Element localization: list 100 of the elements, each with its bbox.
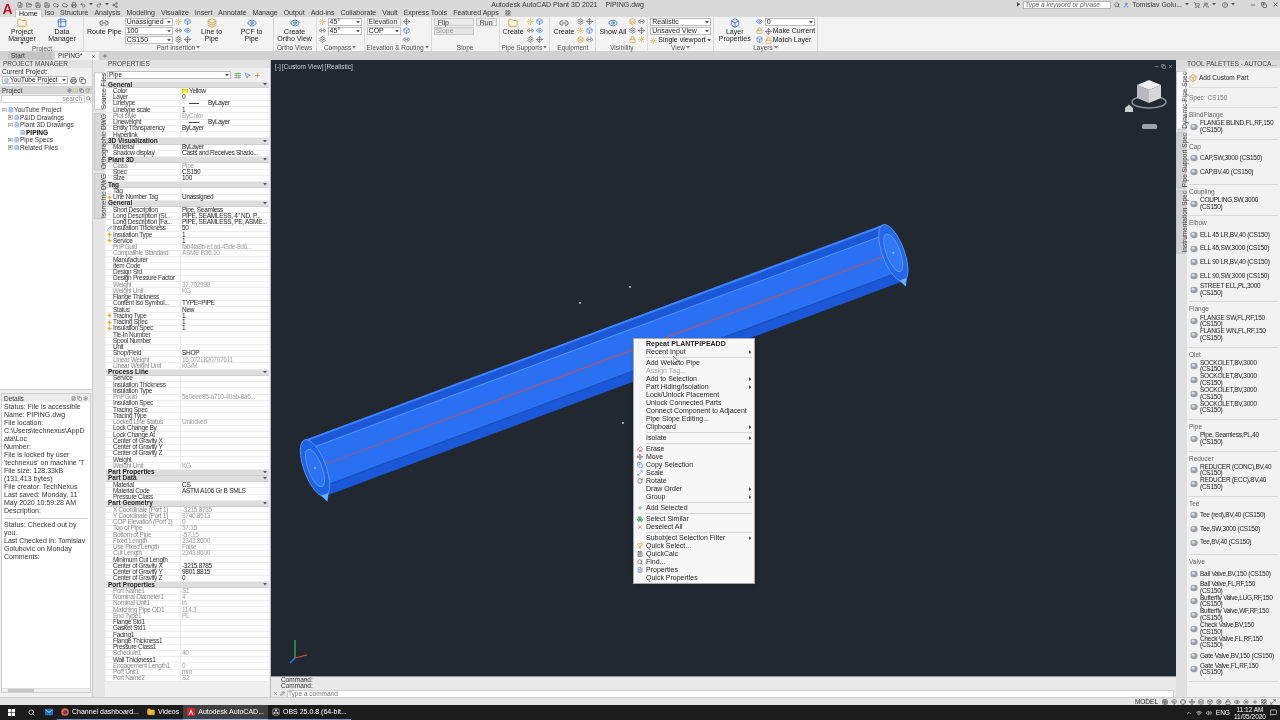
notification-icon[interactable] [1270,709,1277,716]
close-icon[interactable] [1272,1,1279,8]
gear-icon[interactable] [526,36,534,43]
redo-icon[interactable] [96,1,102,8]
print-icon[interactable] [70,76,77,84]
lock-icon[interactable] [764,36,772,44]
speaker-icon[interactable] [1205,709,1212,716]
cart-icon[interactable] [1194,1,1200,8]
move-arrows-icon[interactable] [183,36,191,43]
share-icon[interactable] [112,1,118,8]
move-arrows-icon[interactable] [764,27,772,35]
link-icon[interactable] [526,27,534,34]
gear-icon[interactable] [174,36,182,43]
home-icon[interactable] [1125,104,1133,112]
lock-icon[interactable] [629,36,637,43]
sun-icon[interactable] [650,36,658,44]
gear-icon[interactable] [83,395,88,401]
copy-icon[interactable] [77,395,82,401]
link-icon[interactable] [638,18,646,25]
app-logo[interactable]: A [0,0,15,17]
link-icon[interactable] [174,27,182,34]
restore-icon[interactable] [1261,1,1267,8]
layers-icon[interactable] [577,36,585,43]
pointer-icon[interactable] [244,71,251,79]
print-icon[interactable] [71,1,77,8]
expand-box-icon[interactable] [8,145,13,150]
move-arrows-icon[interactable] [535,36,543,43]
save-icon[interactable] [35,1,41,8]
eye-icon[interactable] [183,27,191,34]
gear-icon[interactable] [67,87,72,93]
eye-icon[interactable] [1234,698,1240,705]
lock-icon[interactable] [755,27,763,34]
diagonal-arrows-icon[interactable] [1270,698,1276,705]
crosshair-icon[interactable] [1180,698,1186,705]
close-icon[interactable] [91,53,96,59]
move-arrows-icon[interactable] [638,27,646,34]
eye-icon[interactable] [535,27,543,34]
cube-icon[interactable] [183,18,191,25]
grid-squares-icon[interactable] [504,10,511,16]
expand-box-icon[interactable] [8,137,13,142]
horizontal-scrollbar[interactable] [2,688,90,692]
sliders-icon[interactable] [234,71,241,79]
chevron-up-icon[interactable] [1185,709,1192,716]
expand-box-icon[interactable] [8,115,13,120]
close-icon[interactable] [273,691,278,697]
caret-icon [62,78,66,82]
gear-icon[interactable] [318,36,326,43]
minimize-icon[interactable] [1250,1,1256,8]
grid-squares-icon[interactable] [1261,698,1267,705]
expand-arrow-icon[interactable] [1017,2,1021,7]
caret-icon [263,183,267,186]
gear-icon[interactable] [577,18,585,25]
gear-icon[interactable] [629,27,637,34]
collapse-box-icon[interactable] [2,107,7,112]
cube-icon[interactable] [535,18,543,25]
lock-icon[interactable] [1225,698,1231,705]
move-arrows-icon[interactable] [586,18,594,25]
open-folder-icon[interactable] [26,1,32,8]
ucs-axes-icon [289,639,308,664]
minimize-icon[interactable] [1154,64,1159,69]
plus-icon[interactable] [254,71,261,79]
cube-icon[interactable] [586,27,594,34]
sun-icon[interactable] [1243,698,1249,705]
link-icon[interactable] [402,36,410,43]
undo-icon[interactable] [80,1,86,8]
move-arrows-icon[interactable] [402,18,410,25]
people-icon[interactable] [1203,1,1209,8]
cube-icon[interactable] [1207,698,1213,705]
sun-icon[interactable] [526,18,534,25]
refresh-icon[interactable] [85,87,90,93]
grid-icon[interactable] [1162,698,1168,705]
link-icon[interactable] [586,36,594,43]
move-arrows-icon[interactable] [1189,698,1195,705]
copy-icon[interactable] [79,87,84,93]
view-cube[interactable] [1131,80,1167,109]
eye-icon[interactable] [755,18,763,25]
new-tab-icon[interactable] [102,53,108,59]
user-icon[interactable] [1123,1,1130,8]
layers-icon[interactable] [1198,698,1204,705]
collapse-box-icon[interactable] [8,122,13,127]
document-icon[interactable] [71,395,76,401]
caret-icon [20,42,24,45]
restore-icon[interactable] [1161,64,1166,69]
link-icon[interactable] [318,27,326,34]
magnet-icon[interactable] [1171,698,1177,705]
cube-icon[interactable] [402,27,410,34]
model-viewport[interactable] [271,60,1176,676]
network-icon[interactable] [1195,709,1202,716]
sun-icon[interactable] [174,18,182,25]
sun-icon[interactable] [318,18,326,25]
layers-icon[interactable] [629,18,637,25]
cube-icon[interactable] [755,36,763,43]
copy-icon[interactable] [79,76,86,84]
plus-icon[interactable] [1252,698,1258,705]
new-file-icon[interactable] [17,1,23,8]
wrench-icon[interactable] [280,691,285,697]
navigation-bar-tab[interactable] [1142,124,1157,129]
save-icon[interactable] [44,1,50,8]
help-icon[interactable] [1222,1,1228,8]
gear-icon[interactable] [1216,698,1222,705]
